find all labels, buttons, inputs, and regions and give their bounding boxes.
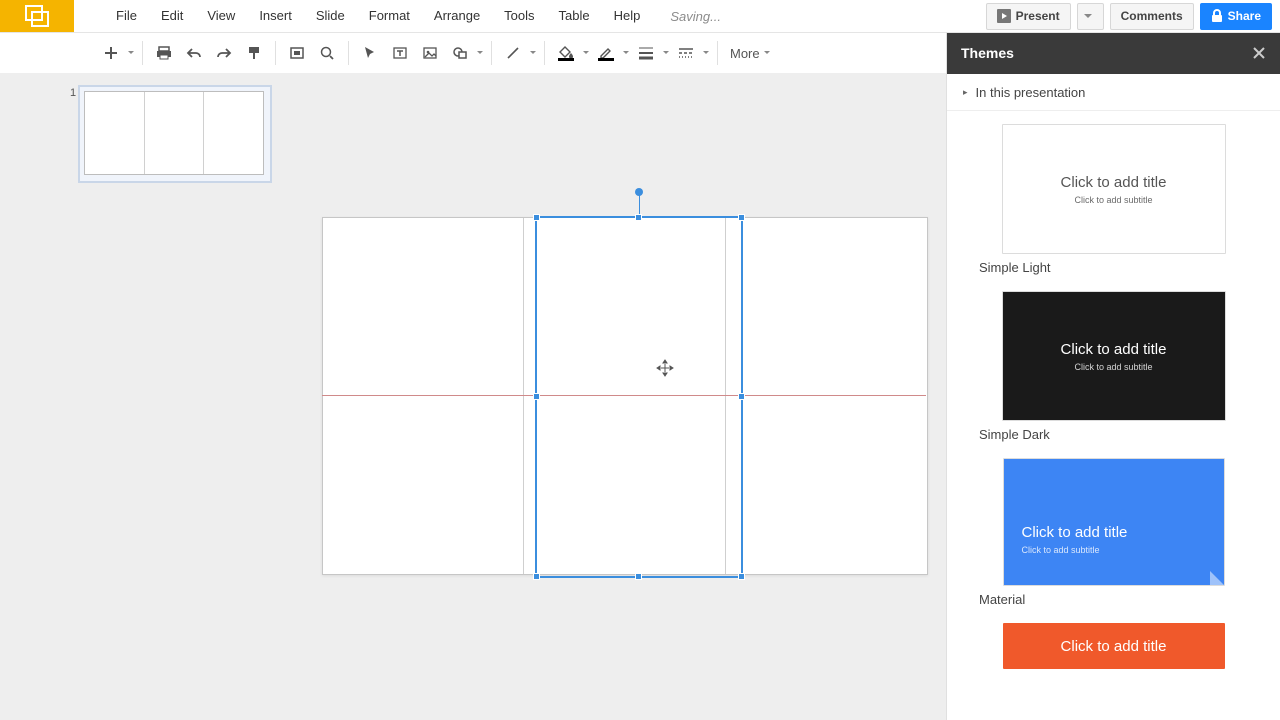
resize-handle[interactable] [738,573,745,580]
line-color-button[interactable] [594,41,618,65]
lock-icon [1211,9,1223,23]
slide-thumbnail[interactable] [84,91,264,175]
theme-label: Simple Dark [979,427,1250,442]
present-dropdown[interactable] [1077,3,1104,30]
theme-card-subtitle: Click to add subtitle [1022,545,1100,555]
slide-divider [523,218,524,574]
close-themes-button[interactable] [1252,46,1266,60]
menu-file[interactable]: File [104,0,149,32]
zoom-button[interactable] [315,41,339,65]
line-dash-dropdown[interactable] [701,50,711,56]
line-weight-dropdown[interactable] [661,50,671,56]
share-label: Share [1228,9,1261,23]
rotate-handle-line [639,194,640,214]
caret-down-icon [1084,12,1092,20]
new-slide-dropdown[interactable] [126,50,136,56]
theme-simple-dark[interactable]: Click to add title Click to add subtitle [1002,291,1226,421]
line-weight-button[interactable] [634,41,658,65]
themes-list: Click to add title Click to add subtitle… [947,108,1280,720]
theme-label: Material [979,592,1250,607]
selected-shape[interactable] [535,216,743,578]
menu-view[interactable]: View [195,0,247,32]
undo-button[interactable] [182,41,206,65]
themes-panel: Themes ▸ In this presentation Click to a… [946,32,1280,720]
shape-dropdown[interactable] [475,50,485,56]
more-label: More [730,46,760,61]
theme-card-title: Click to add title [1022,524,1128,541]
theme-card-title: Click to add title [1061,341,1167,358]
rotate-handle[interactable] [635,188,643,196]
new-slide-button[interactable] [99,41,123,65]
menu-slide[interactable]: Slide [304,0,357,32]
play-icon [997,9,1011,23]
more-button[interactable]: More [730,46,770,61]
menu-help[interactable]: Help [602,0,653,32]
menu-tools[interactable]: Tools [492,0,546,32]
resize-handle[interactable] [533,214,540,221]
present-label: Present [1016,9,1060,23]
triangle-right-icon: ▸ [963,87,968,98]
fill-color-button[interactable] [554,41,578,65]
theme-card-subtitle: Click to add subtitle [1074,362,1152,372]
menu-items: File Edit View Insert Slide Format Arran… [104,0,652,32]
app-logo[interactable] [0,0,74,32]
theme-label: Simple Light [979,260,1250,275]
redo-button[interactable] [212,41,236,65]
line-dropdown[interactable] [528,50,538,56]
resize-handle[interactable] [635,214,642,221]
paint-format-button[interactable] [242,41,266,65]
resize-handle[interactable] [533,393,540,400]
resize-handle[interactable] [635,573,642,580]
menu-insert[interactable]: Insert [247,0,304,32]
slide-number: 1 [70,87,76,99]
theme-simple-light[interactable]: Click to add title Click to add subtitle [1002,124,1226,254]
menu-arrange[interactable]: Arrange [422,0,492,32]
print-button[interactable] [152,41,176,65]
themes-section-header[interactable]: ▸ In this presentation [947,74,1280,111]
resize-handle[interactable] [533,573,540,580]
save-status: Saving... [670,9,721,24]
menu-bar: File Edit View Insert Slide Format Arran… [0,0,1280,32]
comments-button[interactable]: Comments [1110,3,1194,30]
select-tool[interactable] [358,41,382,65]
present-button[interactable]: Present [986,3,1071,30]
themes-section-label: In this presentation [976,85,1086,100]
themes-title: Themes [961,45,1014,61]
page-fold-icon [1210,571,1224,585]
menu-format[interactable]: Format [357,0,422,32]
theme-material[interactable]: Click to add title Click to add subtitle [1003,458,1225,586]
theme-card-subtitle: Click to add subtitle [1074,195,1152,205]
fill-color-dropdown[interactable] [581,50,591,56]
zoom-fit-button[interactable] [285,41,309,65]
menu-edit[interactable]: Edit [149,0,195,32]
canvas[interactable] [298,73,947,720]
line-tool[interactable] [501,41,525,65]
caret-down-icon [764,50,770,56]
theme-card-title: Click to add title [1061,174,1167,191]
textbox-tool[interactable] [388,41,412,65]
themes-header: Themes [947,32,1280,74]
line-color-dropdown[interactable] [621,50,631,56]
workspace: 1 [0,73,947,720]
line-dash-button[interactable] [674,41,698,65]
image-tool[interactable] [418,41,442,65]
share-button[interactable]: Share [1200,3,1272,30]
close-icon [1252,46,1266,60]
theme-next[interactable]: Click to add title [1003,623,1225,669]
move-cursor-icon [656,359,674,377]
comments-label: Comments [1121,9,1183,23]
filmstrip: 1 [0,73,298,720]
shape-tool[interactable] [448,41,472,65]
resize-handle[interactable] [738,393,745,400]
theme-card-title: Click to add title [1061,638,1167,655]
header-buttons: Present Comments Share [986,0,1272,32]
menu-table[interactable]: Table [547,0,602,32]
resize-handle[interactable] [738,214,745,221]
